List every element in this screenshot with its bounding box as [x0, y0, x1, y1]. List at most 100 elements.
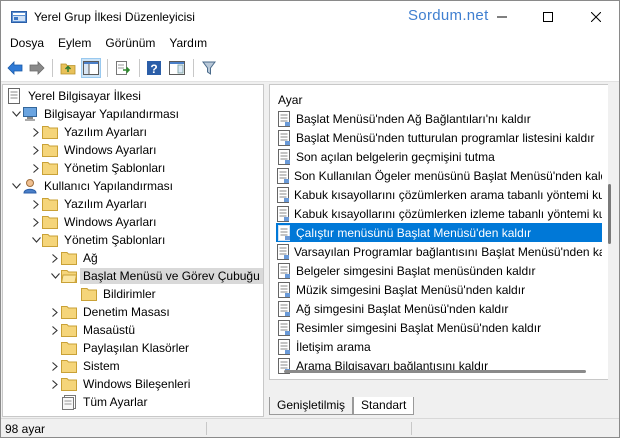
tree-item-label: Bilgisayar Yapılandırması: [44, 107, 179, 121]
toolbar-separator: [193, 59, 194, 77]
menu-bar: Dosya Eylem Görünüm Yardım: [1, 33, 619, 53]
minimize-button[interactable]: [479, 1, 525, 33]
toolbar: ?: [1, 53, 619, 82]
tree-item-admin-templates[interactable]: Yönetim Şablonları: [30, 159, 168, 177]
setting-row[interactable]: İletişim arama: [276, 337, 602, 356]
back-icon[interactable]: [5, 58, 25, 78]
tree-item-computer-config[interactable]: Bilgisayar Yapılandırması: [10, 105, 182, 123]
chevron-right-icon[interactable]: [30, 195, 42, 213]
setting-row[interactable]: Son açılan belgelerin geçmişini tutma: [276, 147, 602, 166]
tree-item-windows-settings[interactable]: Windows Ayarları: [30, 141, 159, 159]
setting-row[interactable]: Başlat Menüsü'nden Ağ Bağlantıları'nı ka…: [276, 109, 602, 128]
setting-row[interactable]: Resimler simgesini Başlat Menüsü'nden ka…: [276, 318, 602, 337]
title-bar: Yerel Grup İlkesi Düzenleyicisi Sordum.n…: [1, 1, 619, 33]
tree-item-desktop[interactable]: Masaüstü: [49, 321, 138, 339]
tree-item-label: Yerel Bilgisayar İlkesi: [28, 89, 141, 103]
setting-row[interactable]: Varsayılan Programlar bağlantısını Başla…: [276, 242, 602, 261]
maximize-button[interactable]: [525, 1, 571, 33]
toolbar-separator: [107, 59, 108, 77]
chevron-down-icon[interactable]: [30, 231, 42, 249]
up-folder-icon[interactable]: [58, 58, 78, 78]
settings-list-pane[interactable]: Ayar Başlat Menüsü'nden Ağ Bağlantıları'…: [269, 84, 608, 380]
menu-gorunum[interactable]: Görünüm: [98, 33, 162, 53]
policy-setting-icon: [276, 205, 290, 222]
tree-item-all-settings[interactable]: Tüm Ayarlar: [61, 393, 150, 411]
status-bar: 98 ayar: [1, 418, 619, 437]
tree-item-control-panel[interactable]: Denetim Masası: [49, 303, 173, 321]
policy-setting-icon: [276, 167, 290, 184]
chevron-right-icon[interactable]: [30, 123, 42, 141]
policy-setting-icon: [276, 281, 292, 298]
horizontal-scrollbar-thumb[interactable]: [284, 370, 586, 373]
folder-icon: [61, 250, 77, 266]
tree-item-notifications[interactable]: Bildirimler: [81, 285, 159, 303]
tree-item-software-settings[interactable]: Yazılım Ayarları: [30, 123, 150, 141]
chevron-right-icon[interactable]: [49, 303, 61, 321]
vertical-scrollbar-thumb[interactable]: [608, 184, 611, 244]
chevron-down-icon[interactable]: [10, 177, 22, 195]
policy-setting-icon: [276, 186, 290, 203]
folder-icon: [42, 196, 58, 212]
setting-row[interactable]: Ağ simgesini Başlat Menüsü'nden kaldır: [276, 299, 602, 318]
help-icon[interactable]: ?: [144, 58, 164, 78]
setting-row[interactable]: Belgeler simgesini Başlat menüsünden kal…: [276, 261, 602, 280]
close-button[interactable]: [573, 1, 619, 33]
setting-row[interactable]: Kabuk kısayollarını çözümlerken arama ta…: [276, 185, 602, 204]
tree-item-start-menu-taskbar[interactable]: Başlat Menüsü ve Görev Çubuğu: [49, 267, 263, 285]
setting-name: Başlat Menüsü'nden tutturulan programlar…: [296, 130, 595, 145]
setting-row[interactable]: Müzik simgesini Başlat Menüsü'nden kaldı…: [276, 280, 602, 299]
setting-name: Ağ simgesini Başlat Menüsü'nden kaldır: [296, 301, 509, 316]
tree-item-system[interactable]: Sistem: [49, 357, 123, 375]
chevron-right-icon[interactable]: [49, 375, 61, 393]
chevron-down-icon[interactable]: [49, 267, 61, 285]
column-header-setting[interactable]: Ayar: [278, 93, 302, 107]
setting-row[interactable]: Başlat Menüsü'nden tutturulan programlar…: [276, 128, 602, 147]
menu-dosya[interactable]: Dosya: [1, 33, 51, 53]
show-hide-tree-icon[interactable]: [81, 58, 101, 78]
setting-row[interactable]: Çalıştır menüsünü Başlat Menüsü'den kald…: [276, 223, 602, 242]
tree-item-label: Kullanıcı Yapılandırması: [44, 179, 173, 193]
tab-standard[interactable]: Standart: [353, 397, 415, 415]
setting-row[interactable]: Son Kullanılan Ögeler menüsünü Başlat Me…: [276, 166, 602, 185]
chevron-right-icon[interactable]: [49, 357, 61, 375]
chevron-right-icon[interactable]: [49, 321, 61, 339]
setting-name: Başlat Menüsü'nden Ağ Bağlantıları'nı ka…: [296, 111, 531, 126]
setting-row[interactable]: Kabuk kısayollarını çözümlerken izleme t…: [276, 204, 602, 223]
gpedit-window: Yerel Grup İlkesi Düzenleyicisi Sordum.n…: [0, 0, 620, 438]
tree-item-label: Yönetim Şablonları: [64, 233, 166, 247]
filter-icon[interactable]: [199, 58, 219, 78]
chevron-right-icon[interactable]: [30, 159, 42, 177]
forward-icon[interactable]: [27, 58, 47, 78]
setting-name: Belgeler simgesini Başlat menüsünden kal…: [296, 263, 536, 278]
chevron-right-icon[interactable]: [49, 249, 61, 267]
policy-setting-icon: [276, 148, 292, 165]
setting-name: İletişim arama: [296, 339, 371, 354]
menu-yardim[interactable]: Yardım: [162, 33, 214, 53]
setting-name: Kabuk kısayollarını çözümlerken arama ta…: [294, 187, 602, 202]
chevron-right-icon[interactable]: [30, 141, 42, 159]
menu-eylem[interactable]: Eylem: [51, 33, 98, 53]
folder-icon: [42, 160, 58, 176]
chevron-right-icon[interactable]: [30, 213, 42, 231]
tree-item-label: Bildirimler: [103, 287, 156, 301]
tree-item-root[interactable]: Yerel Bilgisayar İlkesi: [6, 87, 144, 105]
tab-extended[interactable]: Genişletilmiş: [269, 397, 354, 415]
tree-pane[interactable]: Yerel Bilgisayar İlkesi Bilgisayar Yapıl…: [2, 84, 264, 417]
tree-item-shared-folders[interactable]: Paylaşılan Klasörler: [61, 339, 192, 357]
tree-item-user-config[interactable]: Kullanıcı Yapılandırması: [10, 177, 176, 195]
export-list-icon[interactable]: [113, 58, 133, 78]
chevron-down-icon[interactable]: [10, 105, 22, 123]
tree-item-label: Windows Ayarları: [64, 143, 157, 157]
setting-name: Çalıştır menüsünü Başlat Menüsü'den kald…: [296, 225, 532, 240]
tree-item-network[interactable]: Ağ: [49, 249, 101, 267]
tree-item-windows-components[interactable]: Windows Bileşenleri: [49, 375, 193, 393]
view-tabs: Genişletilmiş Standart: [269, 397, 415, 417]
properties-view-icon[interactable]: [167, 58, 187, 78]
folder-icon: [42, 214, 58, 230]
tree-item-label: Windows Bileşenleri: [83, 377, 191, 391]
tree-item-user-windows-settings[interactable]: Windows Ayarları: [30, 213, 159, 231]
tree-item-user-software-settings[interactable]: Yazılım Ayarları: [30, 195, 150, 213]
toolbar-separator: [139, 59, 140, 77]
setting-name: Resimler simgesini Başlat Menüsü'nden ka…: [296, 320, 542, 335]
tree-item-user-admin-templates[interactable]: Yönetim Şablonları: [30, 231, 168, 249]
